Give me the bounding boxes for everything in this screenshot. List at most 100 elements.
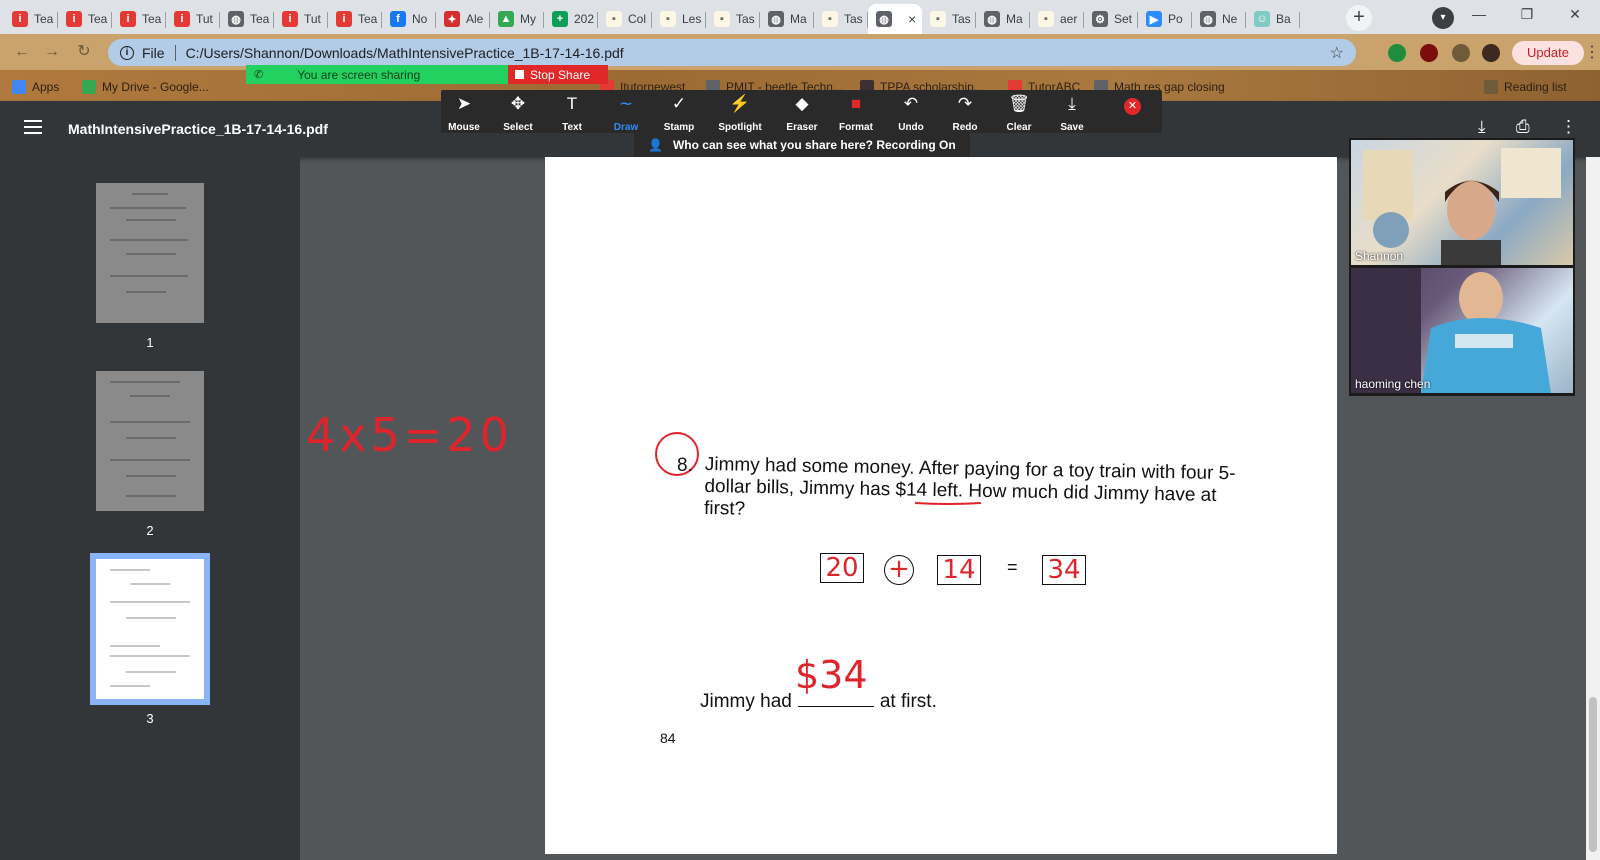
tab-2[interactable]: i Tea xyxy=(112,4,166,34)
tab-5[interactable]: i Tut xyxy=(274,4,328,34)
profile-avatar[interactable] xyxy=(1482,44,1500,62)
new-tab-button[interactable]: + xyxy=(1346,5,1372,31)
video-tile-haoming[interactable]: haoming chen xyxy=(1351,268,1573,393)
bookmark-star-icon[interactable]: ☆ xyxy=(1330,43,1344,63)
reload-icon[interactable]: ↻ xyxy=(72,40,96,64)
tab-6[interactable]: i Tea xyxy=(328,4,382,34)
i-brand-icon: i xyxy=(174,11,190,27)
tool-select[interactable]: ✥ Select xyxy=(490,90,546,133)
tab-16[interactable]: ◍ × xyxy=(868,4,922,34)
restore-icon[interactable]: ❐ xyxy=(1504,0,1550,30)
tool-mouse[interactable]: ➤ Mouse xyxy=(436,90,492,133)
tab-12[interactable]: ▪ Les xyxy=(652,4,706,34)
page-thumbnail-label: 1 xyxy=(146,335,154,350)
tab-19[interactable]: ▪ aer xyxy=(1030,4,1084,34)
tab-10[interactable]: +202 xyxy=(544,4,598,34)
bookmark-item[interactable]: Reading list xyxy=(1484,78,1567,96)
download-icon[interactable]: ⤓ xyxy=(1478,117,1486,137)
tab-15[interactable]: ▪ Tas xyxy=(814,4,868,34)
zoom-icon: ▶ xyxy=(1146,11,1162,27)
site-info-icon[interactable]: i xyxy=(120,45,134,60)
page-thumbnail-1[interactable] xyxy=(96,183,204,323)
tool-stamp[interactable]: ✓ Stamp xyxy=(651,90,707,133)
tab-label: Col xyxy=(628,12,647,26)
stop-share-button[interactable]: Stop Share xyxy=(508,65,608,84)
tab-1[interactable]: i Tea xyxy=(58,4,112,34)
tool-clear[interactable]: 🗑 Clear xyxy=(991,90,1047,133)
tool-label: Undo xyxy=(898,122,924,133)
url-text[interactable]: C:/Users/Shannon/Downloads/MathIntensive… xyxy=(186,45,624,61)
answer-prefix: Jimmy had xyxy=(700,691,792,712)
minimize-icon[interactable]: — xyxy=(1456,0,1502,30)
tab-21[interactable]: ▶ Po xyxy=(1138,4,1192,34)
stop-icon xyxy=(515,70,524,79)
tool-redo[interactable]: ↷ Redo xyxy=(937,90,993,133)
format-color-icon: ■ xyxy=(850,94,862,113)
vertical-scrollbar[interactable] xyxy=(1586,157,1600,860)
tab-label: Set xyxy=(1114,12,1133,26)
tab-7[interactable]: f No xyxy=(382,4,436,34)
tab-label: No xyxy=(412,12,428,26)
tool-label: Redo xyxy=(952,122,978,133)
tab-11[interactable]: ▪ Col xyxy=(598,4,652,34)
tool-save[interactable]: ⤓ Save xyxy=(1044,90,1100,133)
screen-sharing-indicator[interactable]: ✆ You are screen sharing xyxy=(246,65,508,84)
tab-label: Tea xyxy=(358,12,378,26)
extensions-puzzle-icon[interactable] xyxy=(1452,44,1470,62)
recording-notice[interactable]: 👤 Who can see what you share here? Recor… xyxy=(634,133,970,157)
tab-search-icon[interactable]: ▾ xyxy=(1432,7,1454,29)
forward-icon[interactable]: → xyxy=(40,40,64,64)
globe-icon: ◍ xyxy=(768,11,784,27)
bookmark-item[interactable]: My Drive - Google... xyxy=(82,78,209,96)
tool-eraser[interactable]: ◆ Eraser xyxy=(774,90,830,133)
back-icon[interactable]: ← xyxy=(10,40,34,64)
tab-18[interactable]: ◍ Ma xyxy=(976,4,1030,34)
print-icon[interactable]: ⎙ xyxy=(1516,117,1530,137)
tab-0[interactable]: i Tea xyxy=(4,4,58,34)
more-options-icon[interactable]: ⋮ xyxy=(1560,117,1577,137)
robot-icon: ☺ xyxy=(1254,11,1270,27)
close-window-icon[interactable]: ✕ xyxy=(1552,0,1598,30)
tab-label: 202 xyxy=(574,12,595,26)
page-thumbnail-2[interactable] xyxy=(96,371,204,511)
video-tile-shannon[interactable]: Shannon xyxy=(1351,140,1573,265)
extension-green-icon[interactable] xyxy=(1388,44,1406,62)
tab-17[interactable]: ▪ Tas xyxy=(922,4,976,34)
tab-4[interactable]: ◍ Tea xyxy=(220,4,274,34)
hamburger-menu-icon[interactable] xyxy=(24,120,42,134)
tab-20[interactable]: ⚙ Set xyxy=(1084,4,1138,34)
tab-8[interactable]: ✦ Ale xyxy=(436,4,490,34)
bookmark-icon xyxy=(82,80,96,94)
tool-undo[interactable]: ↶ Undo xyxy=(883,90,939,133)
update-button[interactable]: Update xyxy=(1512,41,1584,65)
page-thumbnail-3[interactable] xyxy=(90,553,210,705)
tab-14[interactable]: ◍ Ma xyxy=(760,4,814,34)
tab-label: Ma xyxy=(790,12,807,26)
answer-blank xyxy=(797,706,874,707)
tab-3[interactable]: i Tut xyxy=(166,4,220,34)
url-scheme-label: File xyxy=(142,44,165,61)
video-panel[interactable]: Shannon haoming chen xyxy=(1349,138,1575,396)
tool-format[interactable]: ■ Format xyxy=(828,90,884,133)
bookmark-icon xyxy=(12,80,26,94)
tab-22[interactable]: ◍ Ne xyxy=(1192,4,1246,34)
address-bar[interactable]: i File C:/Users/Shannon/Downloads/MathIn… xyxy=(108,39,1356,66)
tab-label: Tas xyxy=(844,12,863,26)
tool-text[interactable]: T Text xyxy=(544,90,600,133)
ublock-icon[interactable] xyxy=(1420,44,1438,62)
recording-notice-text: Who can see what you share here? Recordi… xyxy=(672,138,956,152)
scrollbar-thumb[interactable] xyxy=(1589,697,1597,852)
bookmark-item[interactable]: Apps xyxy=(12,78,59,96)
close-annotation-icon[interactable]: ✕ xyxy=(1124,98,1141,115)
browser-menu-icon[interactable]: ⋮ xyxy=(1584,42,1600,62)
tool-label: Draw xyxy=(613,122,639,133)
tab-9[interactable]: ▲ My xyxy=(490,4,544,34)
tool-spotlight[interactable]: ⚡ Spotlight xyxy=(712,90,768,133)
tool-draw[interactable]: ∼ Draw xyxy=(598,90,654,133)
close-tab-icon[interactable]: × xyxy=(908,11,916,27)
tool-label: Mouse xyxy=(448,122,480,133)
tab-label: Ma xyxy=(1006,12,1023,26)
tab-23[interactable]: ☺ Ba xyxy=(1246,4,1300,34)
tab-13[interactable]: ▪ Tas xyxy=(706,4,760,34)
i-brand-icon: i xyxy=(120,11,136,27)
